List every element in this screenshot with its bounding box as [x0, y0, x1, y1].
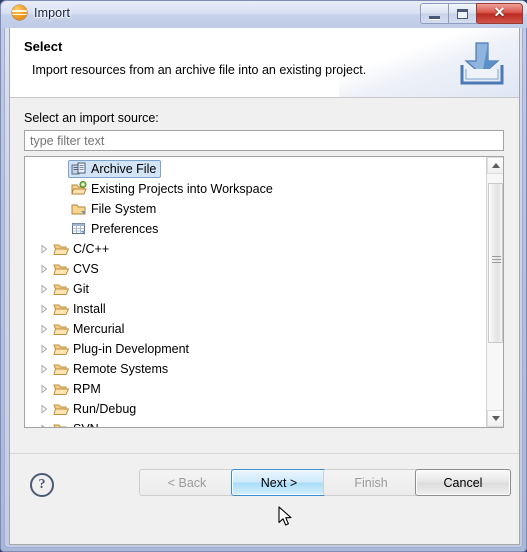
folder-open-icon [53, 284, 69, 295]
list-item[interactable]: RPM [25, 379, 487, 399]
maximize-button[interactable] [448, 3, 477, 24]
folder-open-icon [53, 364, 69, 375]
chevron-right-icon[interactable] [35, 264, 53, 274]
list-item[interactable]: Plug-in Development [25, 339, 487, 359]
close-button[interactable]: ✕ [476, 3, 523, 24]
list-item[interactable]: SVN [25, 419, 487, 428]
folder-open-icon [53, 304, 69, 315]
minimize-button[interactable] [420, 3, 449, 24]
window-title: Import [34, 5, 71, 20]
next-button[interactable]: Next > [231, 469, 327, 496]
folder-open-icon [53, 404, 69, 415]
list-item-label: Run/Debug [73, 401, 137, 416]
source-label: Select an import source: [24, 111, 159, 125]
chevron-right-icon[interactable] [35, 364, 53, 374]
scroll-down-button[interactable] [487, 410, 503, 427]
tree-rows: Archive File Existing Projects into Work… [25, 157, 487, 428]
list-item-label: SVN [73, 422, 99, 428]
folder-open-icon [53, 344, 69, 355]
finish-button[interactable]: Finish [323, 469, 419, 496]
back-button[interactable]: < Back [139, 469, 235, 496]
list-item[interactable]: Git [25, 279, 487, 299]
list-item[interactable]: Install [25, 299, 487, 319]
list-item[interactable]: File System [25, 199, 487, 219]
list-item-label: C/C++ [73, 241, 110, 256]
dialog-header: Select Import resources from an archive … [10, 28, 519, 98]
filter-input[interactable] [24, 130, 504, 151]
list-item[interactable]: Remote Systems [25, 359, 487, 379]
chevron-right-icon[interactable] [35, 304, 53, 314]
list-item-label: RPM [73, 381, 101, 396]
list-item[interactable]: CVS [25, 259, 487, 279]
folder-open-icon [53, 384, 69, 395]
archive-file-icon [71, 162, 86, 175]
title-bar[interactable]: Import ✕ [1, 1, 527, 28]
list-item[interactable]: Run/Debug [25, 399, 487, 419]
folder-open-icon [53, 324, 69, 335]
list-item[interactable]: Existing Projects into Workspace [25, 179, 487, 199]
list-item[interactable]: C/C++ [25, 239, 487, 259]
help-button[interactable]: ? [30, 473, 54, 497]
dialog-footer: ? < Back Next > Finish Cancel [10, 453, 519, 514]
list-item-label: Existing Projects into Workspace [91, 181, 273, 196]
folder-open-icon [53, 244, 69, 255]
folder-icon [71, 204, 86, 215]
chevron-right-icon[interactable] [35, 424, 53, 427]
window-controls: ✕ [420, 3, 523, 24]
list-item-label: File System [91, 201, 157, 216]
list-item-label: Mercurial [73, 321, 125, 336]
folder-new-icon [71, 181, 87, 195]
folder-open-icon [53, 424, 67, 427]
title-bar-left: Import [12, 5, 70, 20]
tree-item-archive-file[interactable]: Archive File [68, 160, 162, 178]
chevron-right-icon[interactable] [35, 404, 53, 414]
minimize-icon [429, 15, 440, 19]
list-item-label: Archive File [91, 161, 157, 176]
chevron-right-icon[interactable] [35, 324, 53, 334]
scroll-down-icon [491, 416, 500, 421]
list-item[interactable]: Archive File [25, 159, 487, 179]
scrollbar-thumb[interactable] [488, 183, 503, 343]
list-item-label: Install [73, 301, 106, 316]
list-item-label: Git [73, 281, 89, 296]
list-item[interactable]: Mercurial [25, 319, 487, 339]
preferences-table-icon [72, 223, 85, 235]
list-item-label: CVS [73, 261, 99, 276]
scrollbar-grip-icon [492, 256, 501, 263]
import-dialog-window: Import ✕ Select Import resources from an… [0, 0, 527, 552]
page-title: Select [24, 39, 63, 54]
cancel-button[interactable]: Cancel [415, 469, 511, 496]
scroll-up-button[interactable] [487, 157, 503, 174]
chevron-right-icon[interactable] [35, 384, 53, 394]
import-arrow-tray-icon [460, 42, 504, 85]
list-item[interactable]: Preferences [25, 219, 487, 239]
list-item-label: Plug-in Development [73, 341, 190, 356]
dialog-content: Select Import resources from an archive … [9, 28, 520, 545]
close-icon: ✕ [493, 5, 506, 21]
scroll-up-icon [491, 163, 500, 168]
chevron-right-icon[interactable] [35, 284, 53, 294]
chevron-right-icon[interactable] [35, 344, 53, 354]
tree-vertical-scrollbar[interactable] [486, 157, 503, 427]
list-item-label: Preferences [91, 221, 159, 236]
import-source-tree[interactable]: Archive File Existing Projects into Work… [24, 156, 504, 428]
eclipse-sphere-icon [12, 5, 27, 20]
page-description: Import resources from an archive file in… [32, 63, 367, 77]
chevron-right-icon[interactable] [35, 244, 53, 254]
maximize-icon [457, 8, 468, 19]
folder-open-icon [53, 264, 69, 275]
dialog-body: Select an import source: type filter tex… [10, 98, 519, 514]
list-item-label: Remote Systems [73, 361, 169, 376]
